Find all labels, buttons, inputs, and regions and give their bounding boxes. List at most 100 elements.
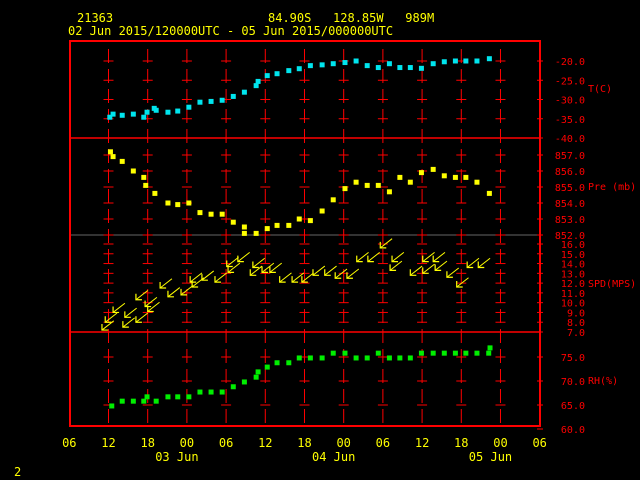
pressure-point: [219, 211, 225, 217]
temperature-point: [386, 61, 392, 67]
relative-humidity-point: [119, 398, 125, 404]
temperature-point: [230, 93, 236, 99]
relative-humidity-point: [109, 403, 115, 409]
pressure-point: [175, 202, 181, 208]
relative-humidity-point: [208, 389, 214, 395]
wind-arrow-shaft: [214, 272, 228, 283]
wind-arrow: [379, 238, 393, 249]
wind-arrow-shaft: [135, 312, 149, 323]
relative-humidity-point: [319, 355, 325, 361]
temperature-point: [208, 98, 214, 104]
relative-humidity-point: [353, 355, 359, 361]
wind-arrow: [346, 268, 360, 279]
pressure-point: [186, 200, 192, 206]
wind-arrow: [477, 257, 491, 269]
relative-humidity-point: [418, 350, 424, 356]
meteogram: 21363 84.90S 128.85W 989M 02 Jun 2015/12…: [14, 11, 636, 479]
pressure-point: [141, 174, 147, 180]
relative-humidity-point: [264, 364, 270, 370]
y-tick-label: 65.0: [561, 401, 585, 412]
pressure-point: [375, 182, 381, 188]
pressure-point: [296, 216, 302, 222]
time-period: 02 Jun 2015/120000UTC - 05 Jun 2015/0000…: [68, 24, 393, 38]
y-tick-label: -35.0: [555, 115, 585, 126]
wind-arrow: [466, 257, 480, 269]
wind-arrow-shaft: [237, 251, 250, 262]
wind-arrow-shaft: [410, 265, 423, 276]
temperature-point: [364, 63, 370, 69]
wind-arrow: [124, 307, 137, 318]
wind-arrow-shaft: [391, 251, 405, 262]
relative-humidity-point: [307, 355, 313, 361]
pressure-point: [197, 210, 203, 216]
relative-humidity-point: [375, 350, 381, 356]
relative-humidity-point: [165, 394, 171, 400]
y-tick-label: 70.0: [561, 377, 585, 388]
pressure-point: [474, 179, 480, 185]
wind-arrow-shaft: [434, 260, 448, 271]
pressure-point: [430, 166, 436, 172]
x-date-label: 05 Jun: [469, 450, 512, 464]
wind-arrow-shaft: [379, 238, 393, 249]
x-tick-label: 00: [336, 436, 350, 450]
pressure-point: [353, 179, 359, 185]
wind-arrow-shaft: [124, 307, 137, 318]
station-location: 84.90S 128.85W 989M: [268, 11, 434, 25]
pressure-point: [441, 173, 447, 179]
temperature-point: [241, 89, 247, 95]
x-tick-label: 12: [415, 436, 429, 450]
y-axis-label: SPD(MPS): [588, 279, 636, 290]
temperature-point: [486, 56, 492, 62]
y-tick-label: 60.0: [561, 425, 585, 436]
pressure-point: [107, 149, 113, 155]
y-axis-label: Pre (mb): [588, 182, 636, 193]
wind-arrow: [422, 263, 435, 274]
y-tick-label: -40.0: [555, 134, 585, 145]
y-tick-label: -20.0: [555, 57, 585, 68]
relative-humidity-point: [487, 345, 493, 351]
wind-arrow-shaft: [422, 263, 435, 274]
temperature-point: [264, 73, 270, 79]
y-tick-label: -25.0: [555, 76, 585, 87]
relative-humidity-point: [153, 398, 159, 404]
pressure-point: [241, 224, 247, 230]
wind-arrow: [312, 265, 326, 276]
wind-arrow-shaft: [279, 272, 292, 283]
y-tick-label: 855.0: [555, 183, 585, 194]
wind-arrow: [367, 251, 380, 263]
temperature-point: [474, 58, 480, 64]
relative-humidity-point: [253, 374, 259, 380]
wind-arrow: [167, 287, 181, 298]
station-id: 21363: [77, 11, 113, 25]
temperature-point: [296, 66, 302, 72]
pressure-point: [165, 200, 171, 206]
relative-humidity-point: [364, 355, 370, 361]
pressure-point: [330, 197, 336, 203]
y-tick-label: 75.0: [561, 353, 585, 364]
temperature-point: [130, 111, 136, 117]
y-tick-label: -30.0: [555, 96, 585, 107]
temperature-point: [197, 99, 203, 105]
wind-arrow-shaft: [456, 277, 469, 288]
pressure-point: [253, 230, 259, 236]
wind-arrow: [446, 267, 460, 278]
relative-humidity-point: [241, 379, 247, 385]
temperature-point: [430, 61, 436, 67]
x-tick-label: 12: [101, 436, 115, 450]
x-tick-label: 06: [532, 436, 546, 450]
pressure-point: [463, 174, 469, 180]
grid: [70, 49, 543, 430]
temperature-point: [397, 65, 403, 71]
pressure-point: [130, 168, 136, 174]
temperature-point: [165, 109, 171, 115]
wind-arrow-shaft: [122, 317, 136, 328]
temperature-point: [274, 71, 280, 77]
wind-arrow-shaft: [301, 272, 315, 283]
temperature-point: [375, 65, 381, 71]
y-axis-label: T(C): [588, 84, 612, 95]
pressure-point: [274, 222, 280, 228]
relative-humidity-point: [486, 350, 492, 356]
data-marks: [101, 56, 493, 409]
pressure-point: [386, 189, 392, 195]
wind-arrow: [279, 272, 292, 283]
